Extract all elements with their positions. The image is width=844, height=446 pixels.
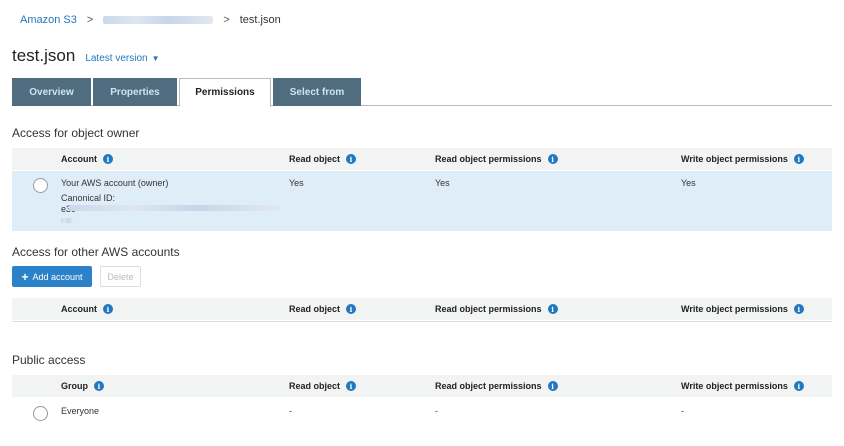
info-icon[interactable]: i bbox=[547, 304, 558, 314]
public-section-heading: Public access bbox=[12, 353, 86, 367]
col-write-perms: Write object permissions i bbox=[681, 154, 804, 164]
col-label: Read object bbox=[289, 381, 341, 391]
col-label: Write object permissions bbox=[681, 381, 788, 391]
owner-row[interactable]: Your AWS account (owner) Canonical ID: e… bbox=[12, 171, 832, 231]
breadcrumb-current: test.json bbox=[239, 14, 281, 26]
col-read-perms: Read object permissions i bbox=[435, 154, 558, 164]
info-icon[interactable]: i bbox=[547, 154, 558, 164]
plus-icon: + bbox=[21, 269, 29, 284]
col-read-object: Read object i bbox=[289, 154, 357, 164]
col-label: Write object permissions bbox=[681, 304, 788, 314]
divider bbox=[12, 321, 832, 322]
info-icon[interactable]: i bbox=[346, 381, 357, 391]
col-read-perms: Read object permissions i bbox=[435, 381, 558, 391]
tab-bar: Overview Properties Permissions Select f… bbox=[12, 78, 832, 107]
owner-read-object: Yes bbox=[289, 178, 304, 188]
col-group: Group i bbox=[61, 381, 104, 391]
public-row[interactable]: Everyone - - - bbox=[12, 398, 832, 438]
col-read-object: Read object i bbox=[289, 304, 357, 314]
version-dropdown[interactable]: Latest version ▼ bbox=[85, 53, 159, 64]
public-write-perms: - bbox=[681, 406, 684, 416]
col-label: Read object permissions bbox=[435, 154, 542, 164]
tab-select-from[interactable]: Select from bbox=[273, 78, 361, 106]
breadcrumb-separator: > bbox=[86, 14, 94, 26]
delete-button[interactable]: Delete bbox=[100, 266, 141, 287]
info-icon[interactable]: i bbox=[793, 304, 804, 314]
public-table-header: Group i Read object i Read object permissi… bbox=[12, 375, 832, 397]
col-label: Read object permissions bbox=[435, 304, 542, 314]
owner-radio[interactable] bbox=[33, 178, 48, 193]
info-icon[interactable]: i bbox=[103, 304, 113, 314]
col-label: Read object bbox=[289, 154, 341, 164]
breadcrumb: Amazon S3 > > test.json bbox=[20, 14, 281, 26]
page-title: test.json bbox=[12, 46, 76, 65]
public-read-perms: - bbox=[435, 406, 438, 416]
col-write-perms: Write object permissions i bbox=[681, 304, 804, 314]
owner-section-heading: Access for object owner bbox=[12, 126, 140, 140]
other-table-header: Account i Read object i Read object permis… bbox=[12, 298, 832, 320]
other-section-heading: Access for other AWS accounts bbox=[12, 245, 180, 259]
col-label: Write object permissions bbox=[681, 154, 788, 164]
col-label: Account bbox=[61, 304, 97, 314]
tab-overview[interactable]: Overview bbox=[12, 78, 91, 106]
info-icon[interactable]: i bbox=[793, 154, 804, 164]
col-account: Account i bbox=[61, 154, 113, 164]
title-row: test.json Latest version ▼ bbox=[12, 46, 160, 66]
info-icon[interactable]: i bbox=[793, 381, 804, 391]
col-label: Account bbox=[61, 154, 97, 164]
info-icon[interactable]: i bbox=[94, 381, 104, 391]
breadcrumb-separator: > bbox=[223, 14, 230, 26]
owner-write-perms: Yes bbox=[681, 178, 696, 188]
col-label: Group bbox=[61, 381, 88, 391]
col-read-object: Read object i bbox=[289, 381, 357, 391]
group-everyone: Everyone bbox=[61, 406, 100, 416]
add-account-button[interactable]: + Add account bbox=[12, 266, 92, 287]
chevron-down-icon: ▼ bbox=[151, 54, 160, 63]
add-account-label: Add account bbox=[32, 271, 83, 282]
col-label: Read object bbox=[289, 304, 341, 314]
col-read-perms: Read object permissions i bbox=[435, 304, 558, 314]
info-icon[interactable]: i bbox=[346, 154, 357, 164]
owner-table-header: Account i Read object i Read object permis… bbox=[12, 148, 832, 170]
everyone-radio[interactable] bbox=[33, 406, 48, 421]
tab-properties[interactable]: Properties bbox=[93, 78, 177, 106]
version-label: Latest version bbox=[85, 53, 148, 64]
col-account: Account i bbox=[61, 304, 113, 314]
info-icon[interactable]: i bbox=[103, 154, 113, 164]
tab-permissions[interactable]: Permissions bbox=[179, 78, 271, 107]
breadcrumb-bucket-redacted[interactable] bbox=[103, 16, 214, 24]
canonical-id-redacted bbox=[69, 205, 281, 211]
owner-read-perms: Yes bbox=[435, 178, 450, 188]
breadcrumb-amazon-s3[interactable]: Amazon S3 bbox=[20, 14, 77, 26]
canonical-id-label: Canonical ID: bbox=[61, 193, 116, 203]
info-icon[interactable]: i bbox=[346, 304, 357, 314]
info-icon[interactable]: i bbox=[547, 381, 558, 391]
col-label: Read object permissions bbox=[435, 381, 542, 391]
public-read-object: - bbox=[289, 406, 292, 416]
col-write-perms: Write object permissions i bbox=[681, 381, 804, 391]
owner-account-name: Your AWS account (owner) bbox=[61, 178, 169, 188]
canonical-id-redacted-2 bbox=[61, 218, 73, 223]
